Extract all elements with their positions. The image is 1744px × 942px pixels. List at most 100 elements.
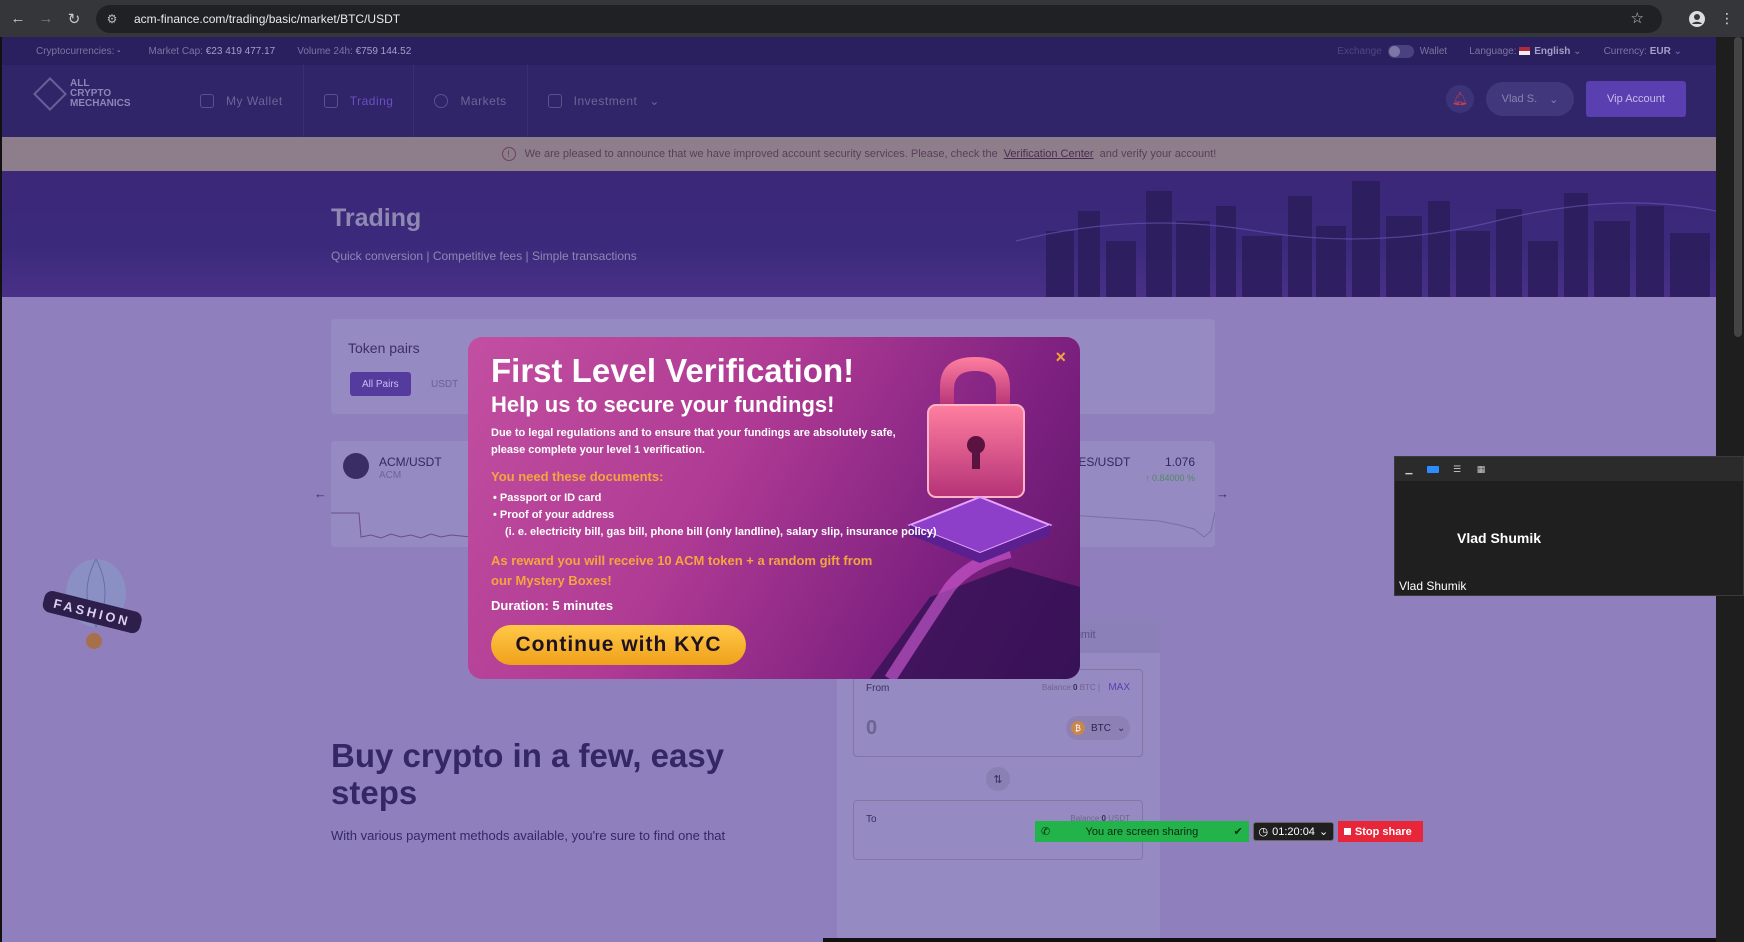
buy-crypto-text: With various payment methods available, … <box>331 828 726 843</box>
list-item: Proof of your address <box>491 507 937 524</box>
info-icon: ! <box>501 147 516 161</box>
nav-investment[interactable]: Investment ⌄ <box>528 65 680 137</box>
ticker-card[interactable]: ACM/USDT ACM <box>331 441 471 547</box>
list-item: Passport or ID card <box>491 490 937 507</box>
market-info-bar: Cryptocurrencies: - Market Cap: €23 419 … <box>2 37 1716 65</box>
user-menu-button[interactable]: Vlad S. ⌄ <box>1486 82 1574 116</box>
chevron-down-icon: ⌄ <box>1117 722 1126 734</box>
scrollbar-thumb[interactable] <box>1734 37 1742 337</box>
stop-share-button[interactable]: Stop share <box>1337 821 1424 842</box>
documents-list: Passport or ID card Proof of your addres… <box>491 490 937 541</box>
notice-text: We are pleased to announce that we have … <box>524 148 998 160</box>
continue-kyc-button[interactable]: Continue with KYC <box>491 625 746 665</box>
meeting-video-panel: ▁ ☰ ▦ Vlad Shumik Vlad Shumik <box>1394 456 1744 596</box>
fashion-balloon-image: FASHION <box>42 558 142 649</box>
minimize-icon[interactable]: ▁ <box>1403 464 1415 474</box>
chevron-down-icon: ⌄ <box>1549 93 1559 106</box>
acm-coin-icon <box>343 453 369 479</box>
ticker-card[interactable]: /ES/USDT 1.076 ↑ 0.84000 % <box>1069 441 1215 547</box>
chevron-down-icon: ⌄ <box>1573 45 1582 57</box>
ticker-pair: /ES/USDT <box>1075 455 1131 469</box>
filter-all-pairs[interactable]: All Pairs <box>350 372 411 396</box>
carousel-prev-arrow-icon[interactable]: ← <box>314 486 327 501</box>
ticker-pair: ACM/USDT <box>379 455 442 469</box>
reload-icon[interactable]: ↻ <box>62 7 86 31</box>
url-text[interactable]: acm-finance.com/trading/basic/market/BTC… <box>134 12 400 26</box>
verification-center-link[interactable]: Verification Center <box>1004 148 1094 160</box>
participant-label: Vlad Shumik <box>1399 579 1467 593</box>
swap-direction-icon[interactable]: ⇅ <box>986 767 1010 791</box>
logo-diamond-icon <box>33 77 67 111</box>
nav-trading[interactable]: Trading <box>304 65 415 137</box>
gallery-strip-icon[interactable]: ☰ <box>1451 464 1463 474</box>
logo-line: MECHANICS <box>70 98 131 109</box>
phone-icon: ✆ <box>1041 826 1051 838</box>
btc-coin-icon: ₿ <box>1071 721 1085 735</box>
language-selector[interactable]: Language: English ⌄ <box>1469 46 1581 57</box>
from-label: From <box>866 683 890 694</box>
carousel-next-arrow-icon[interactable]: → <box>1216 486 1229 501</box>
chevron-down-icon: ⌄ <box>1318 826 1329 838</box>
cryptocurrencies-stat: Cryptocurrencies: - <box>36 45 121 57</box>
browser-toolbar: ← → ↻ ⚙ acm-finance.com/trading/basic/ma… <box>0 0 1744 37</box>
filter-usdt[interactable]: USDT <box>419 372 470 396</box>
to-label: To <box>866 814 877 825</box>
trading-hero: Trading Quick conversion | Competitive f… <box>2 171 1716 297</box>
main-nav: My Wallet Trading Markets Investment ⌄ <box>180 65 680 137</box>
reward-text: As reward you will receive 10 ACM token … <box>491 553 873 588</box>
sharing-status: ✆ You are screen sharing ✔ <box>1035 821 1249 842</box>
acm-logo[interactable]: ALL CRYPTO MECHANICS <box>33 77 131 111</box>
investment-icon <box>547 94 562 108</box>
from-balance: Balance:0 BTC | <box>1041 683 1100 692</box>
nav-markets[interactable]: Markets <box>414 65 528 137</box>
markets-icon <box>434 94 449 108</box>
video-panel-toolbar: ▁ ☰ ▦ <box>1395 457 1743 481</box>
us-flag-icon <box>1519 46 1531 55</box>
profile-icon[interactable] <box>1684 6 1710 32</box>
currency-selector[interactable]: Currency: EUR ⌄ <box>1604 46 1682 57</box>
page-title: Trading <box>331 204 422 232</box>
from-coin-select[interactable]: ₿ BTC ⌄ <box>1066 716 1130 740</box>
clock-icon: ◷ <box>1258 826 1269 838</box>
volume-stat: Volume 24h: €759 144.52 <box>297 45 412 57</box>
site-info-icon[interactable]: ⚙ <box>104 11 120 27</box>
notifications-bell-icon[interactable]: 🔔︎ <box>1446 85 1474 113</box>
nav-my-wallet[interactable]: My Wallet <box>180 65 304 137</box>
wallet-icon <box>200 94 214 108</box>
ticker-price: 1.076 <box>1164 455 1195 469</box>
chart-icon <box>323 94 338 108</box>
bottom-divider <box>823 938 1716 942</box>
modal-description: Due to legal regulations and to ensure t… <box>491 427 896 456</box>
browser-menu-icon[interactable]: ⋮ <box>1714 6 1740 32</box>
address-bar[interactable]: ⚙ acm-finance.com/trading/basic/market/B… <box>96 5 1662 33</box>
token-pairs-title: Token pairs <box>348 340 420 356</box>
chevron-down-icon: ⌄ <box>649 94 660 108</box>
kyc-verification-modal: × First Level Verification! Help us to s… <box>468 337 1080 679</box>
grid-view-icon[interactable]: ▦ <box>1475 464 1487 474</box>
exchange-wallet-toggle[interactable]: Exchange Wallet <box>1337 44 1447 58</box>
share-timer[interactable]: ◷ 01:20:04 ⌄ <box>1252 822 1334 841</box>
ticker-symbol: ACM <box>379 470 402 481</box>
buy-crypto-heading: Buy crypto in a few, easy steps <box>331 737 725 811</box>
duration-text: Duration: 5 minutes <box>491 598 614 613</box>
shield-check-icon: ✔ <box>1233 826 1243 838</box>
ticker-change: ↑ 0.84000 % <box>1144 473 1195 483</box>
city-skyline-image <box>1016 181 1716 297</box>
speaker-view-icon[interactable] <box>1427 465 1439 473</box>
back-icon[interactable]: ← <box>6 7 30 31</box>
forward-icon[interactable]: → <box>34 7 58 31</box>
max-button[interactable]: MAX <box>1108 682 1130 693</box>
from-field[interactable]: From Balance:0 BTC | MAX 0 ₿ BTC ⌄ <box>853 669 1143 757</box>
chevron-down-icon: ⌄ <box>1673 45 1682 57</box>
mode-toggle-switch[interactable] <box>1387 44 1414 58</box>
market-cap-stat: Market Cap: €23 419 477.17 <box>148 45 276 57</box>
from-amount-input[interactable]: 0 <box>866 717 877 740</box>
participant-name: Vlad Shumik <box>1457 530 1542 546</box>
modal-title: First Level Verification! <box>491 352 855 389</box>
main-header: ALL CRYPTO MECHANICS My Wallet Trading M… <box>2 65 1716 137</box>
bookmark-star-icon[interactable]: ☆ <box>1631 9 1644 27</box>
close-icon[interactable]: × <box>1055 347 1066 368</box>
vip-account-button[interactable]: Vip Account <box>1586 81 1686 117</box>
screen-share-bar: ✆ You are screen sharing ✔ ◷ 01:20:04 ⌄ St… <box>1035 821 1424 842</box>
notice-text: and verify your account! <box>1099 148 1217 160</box>
